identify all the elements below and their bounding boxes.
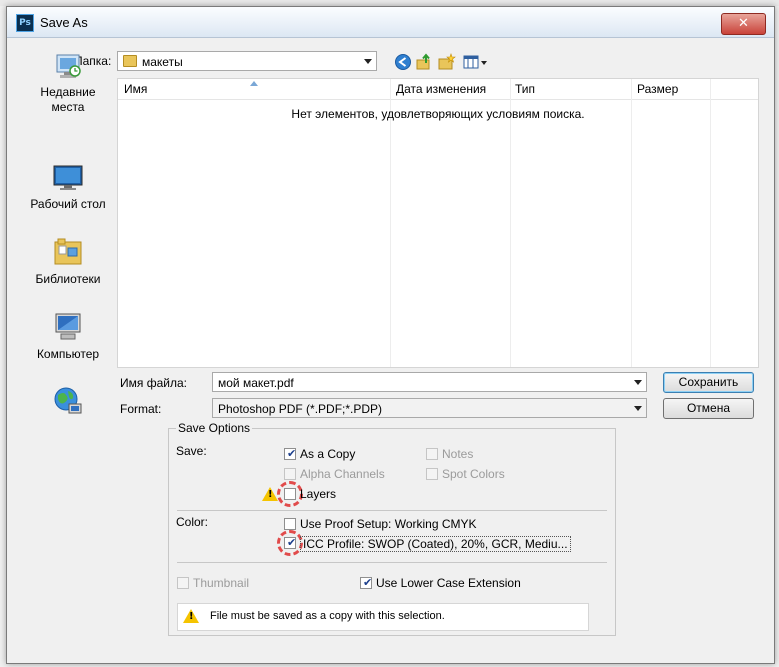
save-section-label: Save: (176, 444, 207, 458)
alpha-channels-label: Alpha Channels (300, 467, 385, 481)
lower-case-extension-checkbox[interactable]: ✔ (360, 577, 372, 589)
view-menu-icon[interactable] (462, 53, 490, 71)
recent-places-icon (56, 54, 81, 78)
column-divider (631, 79, 632, 367)
column-divider (710, 79, 711, 367)
checkmark-icon: ✔ (287, 536, 297, 549)
place-computer[interactable]: Компьютер (18, 311, 118, 362)
place-label: Рабочий стол (30, 197, 106, 211)
checkmark-icon: ✔ (287, 447, 297, 460)
warning-message-box: ! File must be saved as a copy with this… (177, 603, 589, 631)
thumbnail-checkbox[interactable] (177, 577, 189, 589)
computer-icon (55, 313, 81, 340)
photoshop-app-icon: Ps (16, 14, 34, 32)
place-label: Недавние (40, 85, 96, 99)
layers-label: Layers (300, 487, 337, 501)
icc-profile-label: ICC Profile: SWOP (Coated), 20%, GCR, Me… (300, 536, 571, 552)
column-divider (510, 79, 511, 367)
spot-colors-label: Spot Colors (442, 467, 505, 481)
column-header-type[interactable]: Тип (515, 82, 535, 96)
format-value: Photoshop PDF (*.PDF;*.PDP) (218, 402, 383, 416)
column-header-name[interactable]: Имя (124, 82, 147, 96)
folder-select[interactable]: макеты (117, 51, 377, 71)
place-network[interactable] (18, 385, 118, 421)
save-options-group: Save Options Save: ✔ As a Copy Notes Alp… (168, 421, 616, 636)
spot-colors-checkbox[interactable] (426, 468, 438, 480)
warning-icon: ! (183, 609, 199, 623)
filename-input[interactable]: мой макет.pdf (212, 372, 647, 392)
warning-icon: ! (262, 487, 278, 501)
notes-label: Notes (442, 447, 474, 461)
as-copy-checkbox[interactable]: ✔ (284, 448, 296, 460)
desktop-icon (53, 165, 83, 190)
color-section-label: Color: (176, 515, 209, 529)
close-button[interactable]: ✕ (721, 13, 766, 35)
column-header-date[interactable]: Дата изменения (396, 82, 486, 96)
filename-value: мой макет.pdf (218, 376, 294, 390)
format-label: Format: (120, 402, 162, 416)
chevron-down-icon (364, 59, 372, 64)
chevron-down-icon (634, 406, 642, 411)
title-bar: Ps Save As ✕ (7, 7, 774, 38)
window-title: Save As (40, 15, 88, 30)
use-proof-setup-checkbox[interactable] (284, 518, 296, 530)
place-desktop[interactable]: Рабочий стол (18, 161, 118, 212)
save-options-title: Save Options (176, 421, 253, 435)
checkmark-icon: ✔ (363, 576, 373, 589)
filename-label: Имя файла: (120, 376, 187, 390)
section-divider (177, 510, 607, 511)
format-select[interactable]: Photoshop PDF (*.PDF;*.PDP) (212, 398, 647, 418)
thumbnail-label: Thumbnail (193, 576, 250, 590)
cancel-button[interactable]: Отмена (663, 398, 754, 419)
place-label: Библиотеки (35, 272, 101, 286)
use-proof-setup-label: Use Proof Setup: Working CMYK (300, 517, 477, 531)
icc-profile-checkbox[interactable]: ✔ (284, 537, 296, 549)
sort-ascending-icon (250, 81, 258, 86)
folder-select-value: макеты (142, 55, 183, 69)
network-icon (54, 387, 82, 414)
place-recent-places[interactable]: Недавние места (18, 49, 118, 115)
column-divider (390, 79, 391, 367)
layers-checkbox[interactable] (284, 488, 296, 500)
notes-checkbox[interactable] (426, 448, 438, 460)
lower-case-extension-label: Use Lower Case Extension (376, 576, 521, 590)
section-divider (177, 562, 607, 563)
file-list[interactable]: Имя Дата изменения Тип Размер Нет элемен… (117, 78, 759, 368)
back-icon[interactable] (393, 53, 413, 71)
chevron-down-icon[interactable] (634, 380, 642, 385)
place-label: Компьютер (36, 347, 100, 361)
folder-icon (123, 55, 137, 67)
column-header-size[interactable]: Размер (637, 82, 678, 96)
places-bar: Недавние места Рабочий стол Библиотеки К… (18, 47, 118, 419)
up-folder-icon[interactable] (415, 53, 435, 71)
save-as-dialog: Ps Save As ✕ Папка: макеты Недавние мест… (6, 6, 775, 664)
empty-list-message: Нет элементов, удовлетворяющих условиям … (291, 107, 585, 121)
place-label: места (51, 100, 85, 114)
save-button[interactable]: Сохранить (663, 372, 754, 393)
place-libraries[interactable]: Библиотеки (18, 236, 118, 287)
as-copy-label: As a Copy (300, 447, 356, 461)
warning-message: File must be saved as a copy with this s… (210, 610, 445, 622)
new-folder-icon[interactable] (437, 53, 457, 71)
file-list-header: Имя Дата изменения Тип Размер (118, 79, 758, 100)
libraries-icon (54, 238, 82, 265)
alpha-channels-checkbox[interactable] (284, 468, 296, 480)
